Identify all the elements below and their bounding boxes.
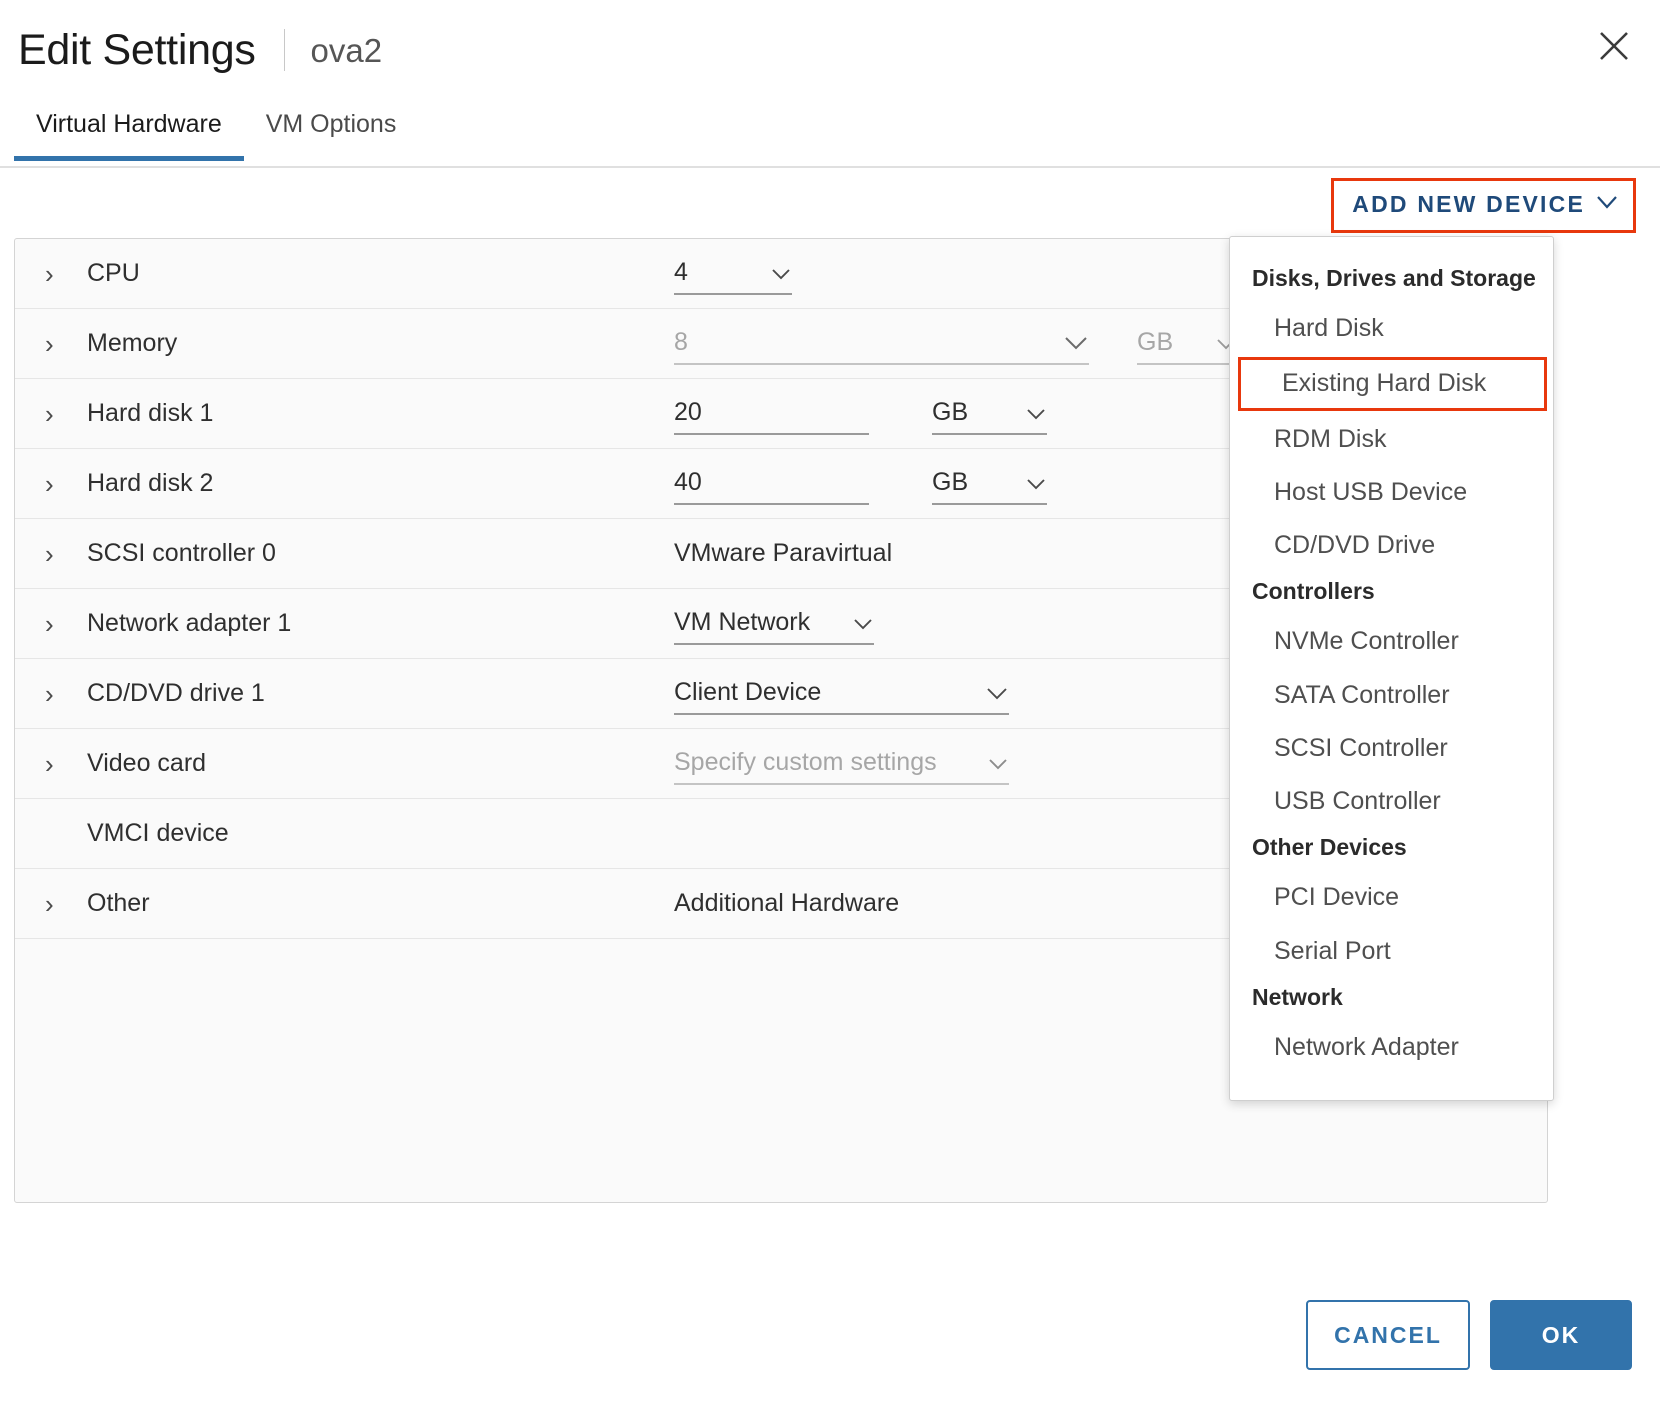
chevron-right-icon[interactable]: ›: [45, 541, 71, 567]
menu-item-cd-dvd-drive[interactable]: CD/DVD Drive: [1230, 519, 1553, 572]
menu-item-rdm-disk[interactable]: RDM Disk: [1230, 413, 1553, 466]
row-label-wrap: › SCSI controller 0: [15, 539, 660, 568]
menu-item-host-usb-device[interactable]: Host USB Device: [1230, 466, 1553, 519]
edit-settings-dialog: Edit Settings ova2 Virtual Hardware VM O…: [0, 0, 1660, 1410]
menu-item-pci-device[interactable]: PCI Device: [1230, 871, 1553, 924]
hard-disk-2-size-value: 40: [674, 468, 702, 496]
close-icon: [1597, 29, 1631, 63]
row-label-wrap: › Memory: [15, 329, 660, 358]
cpu-select[interactable]: 4: [674, 253, 792, 295]
close-button[interactable]: [1590, 22, 1638, 70]
chevron-right-icon[interactable]: ›: [45, 611, 71, 637]
menu-item-existing-hard-disk[interactable]: Existing Hard Disk: [1238, 357, 1547, 411]
hard-disk-1-size-input[interactable]: 20: [674, 393, 869, 435]
memory-unit-value: GB: [1137, 328, 1174, 356]
dialog-header: Edit Settings ova2: [0, 0, 1660, 100]
row-label: CD/DVD drive 1: [87, 679, 265, 707]
row-label-wrap: › CPU: [15, 259, 660, 288]
cd-dvd-drive-1-value: Client Device: [674, 678, 822, 706]
chevron-right-icon[interactable]: ›: [45, 401, 71, 427]
row-label: Video card: [87, 749, 207, 777]
chevron-down-icon: [854, 608, 872, 637]
menu-item-usb-controller[interactable]: USB Controller: [1230, 775, 1553, 828]
chevron-right-icon[interactable]: ›: [45, 331, 71, 357]
chevron-down-icon: [1065, 328, 1087, 357]
cpu-value: 4: [674, 258, 688, 286]
chevron-down-icon: [987, 678, 1007, 707]
ok-button[interactable]: OK: [1490, 1300, 1632, 1370]
vm-name: ova2: [310, 31, 383, 69]
chevron-down-icon: [989, 748, 1007, 777]
row-label: Hard disk 2: [87, 469, 214, 497]
tab-vm-options[interactable]: VM Options: [244, 104, 419, 159]
chevron-right-icon[interactable]: ›: [45, 891, 71, 917]
add-new-device-label: ADD NEW DEVICE: [1352, 191, 1585, 217]
row-label-wrap: › VMCI device: [15, 819, 660, 848]
page-title: Edit Settings: [18, 25, 256, 74]
row-label: SCSI controller 0: [87, 539, 276, 567]
video-card-value: Specify custom settings: [674, 748, 937, 776]
hard-disk-1-unit-select[interactable]: GB: [932, 393, 1047, 435]
memory-value: 8: [674, 328, 688, 356]
chevron-right-icon[interactable]: ›: [45, 681, 71, 707]
row-label-wrap: › Network adapter 1: [15, 609, 660, 638]
row-label: CPU: [87, 259, 140, 287]
chevron-down-icon: [772, 258, 790, 287]
device-toolbar: ADD NEW DEVICE: [0, 170, 1660, 236]
hard-disk-2-unit-value: GB: [932, 468, 969, 496]
video-card-select[interactable]: Specify custom settings: [674, 743, 1009, 785]
menu-item-nvme-controller[interactable]: NVMe Controller: [1230, 615, 1553, 668]
row-label: Memory: [87, 329, 178, 357]
dialog-footer: CANCEL OK: [0, 1260, 1660, 1410]
memory-unit-select[interactable]: GB: [1137, 323, 1237, 365]
chevron-down-icon: [1027, 398, 1045, 427]
chevron-right-icon[interactable]: ›: [45, 751, 71, 777]
cd-dvd-drive-1-select[interactable]: Client Device: [674, 673, 1009, 715]
menu-group-title-storage: Disks, Drives and Storage: [1252, 265, 1536, 291]
row-label: Network adapter 1: [87, 609, 292, 637]
scsi-controller-0-value: VMware Paravirtual: [674, 539, 893, 567]
chevron-right-icon[interactable]: ›: [45, 261, 71, 287]
other-value: Additional Hardware: [674, 889, 900, 917]
hard-disk-1-unit-value: GB: [932, 398, 969, 426]
tab-label: VM Options: [265, 110, 397, 138]
tab-bar: Virtual Hardware VM Options: [0, 104, 1660, 168]
tab-virtual-hardware[interactable]: Virtual Hardware: [14, 104, 244, 161]
tab-label: Virtual Hardware: [36, 110, 222, 138]
menu-item-hard-disk[interactable]: Hard Disk: [1230, 302, 1553, 355]
title-divider: [283, 29, 285, 71]
menu-item-network-adapter[interactable]: Network Adapter: [1230, 1021, 1553, 1074]
hard-disk-1-size-value: 20: [674, 398, 702, 426]
network-adapter-1-value: VM Network: [674, 608, 811, 636]
row-label: VMCI device: [87, 819, 229, 847]
menu-item-sata-controller[interactable]: SATA Controller: [1230, 669, 1553, 722]
network-adapter-1-select[interactable]: VM Network: [674, 603, 874, 645]
cancel-button[interactable]: CANCEL: [1306, 1300, 1470, 1370]
row-label-wrap: › Other: [15, 889, 660, 918]
menu-item-serial-port[interactable]: Serial Port: [1230, 925, 1553, 978]
row-label-wrap: › CD/DVD drive 1: [15, 679, 660, 708]
chevron-down-icon: [1027, 468, 1045, 497]
add-new-device-menu: Disks, Drives and Storage Hard Disk Exis…: [1229, 236, 1554, 1101]
menu-group-title-controllers: Controllers: [1252, 578, 1375, 605]
hard-disk-2-size-input[interactable]: 40: [674, 463, 869, 505]
row-label-wrap: › Video card: [15, 749, 660, 778]
row-label-wrap: › Hard disk 1: [15, 399, 660, 428]
hard-disk-2-unit-select[interactable]: GB: [932, 463, 1047, 505]
menu-group-title-other-devices: Other Devices: [1252, 834, 1407, 861]
add-new-device-button[interactable]: ADD NEW DEVICE: [1331, 178, 1636, 233]
chevron-down-icon: [1597, 195, 1617, 214]
row-label: Hard disk 1: [87, 399, 214, 427]
menu-item-scsi-controller[interactable]: SCSI Controller: [1230, 722, 1553, 775]
row-label-wrap: › Hard disk 2: [15, 469, 660, 498]
row-label: Other: [87, 889, 150, 917]
menu-group-title-network: Network: [1252, 983, 1343, 1010]
memory-size-select[interactable]: 8: [674, 323, 1089, 365]
chevron-right-icon[interactable]: ›: [45, 471, 71, 497]
